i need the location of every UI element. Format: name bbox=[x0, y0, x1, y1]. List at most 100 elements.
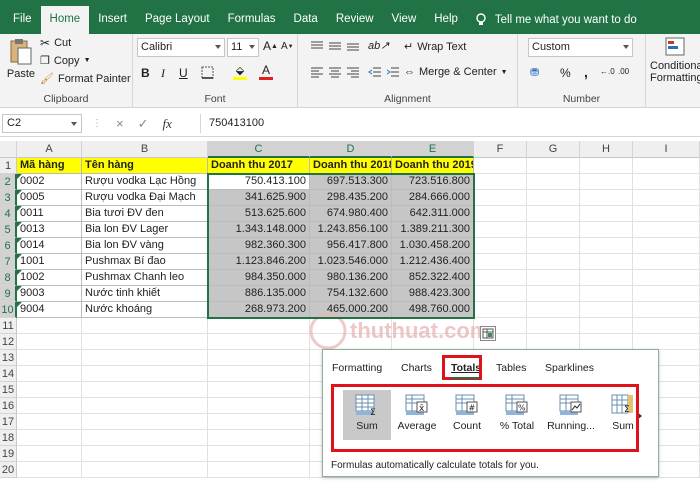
row-header-20[interactable]: 20 bbox=[0, 462, 17, 478]
revenue-cell[interactable]: 750.413.100 bbox=[208, 174, 310, 190]
code-cell[interactable]: 9003 bbox=[17, 286, 82, 302]
empty-cell[interactable] bbox=[633, 174, 700, 190]
row-header-2[interactable]: 2 bbox=[0, 174, 17, 190]
column-header-c[interactable]: C bbox=[208, 141, 310, 158]
empty-cell[interactable] bbox=[527, 190, 580, 206]
empty-cell[interactable] bbox=[208, 398, 310, 414]
header-cell[interactable]: Doanh thu 2018 bbox=[310, 158, 392, 174]
code-cell[interactable]: 1002 bbox=[17, 270, 82, 286]
code-cell[interactable]: 0013 bbox=[17, 222, 82, 238]
increase-indent-button[interactable] bbox=[386, 66, 400, 78]
revenue-cell[interactable]: 1.023.546.000 bbox=[310, 254, 392, 270]
empty-cell[interactable] bbox=[82, 414, 208, 430]
column-header-d[interactable]: D bbox=[310, 141, 392, 158]
empty-cell[interactable] bbox=[17, 446, 82, 462]
comma-button[interactable]: , bbox=[584, 64, 588, 80]
code-cell[interactable]: 0011 bbox=[17, 206, 82, 222]
empty-cell[interactable] bbox=[82, 430, 208, 446]
empty-cell[interactable] bbox=[208, 350, 310, 366]
revenue-cell[interactable]: 284.666.000 bbox=[392, 190, 474, 206]
empty-cell[interactable] bbox=[82, 366, 208, 382]
qa-tab-charts[interactable]: Charts bbox=[401, 362, 432, 374]
empty-cell[interactable] bbox=[527, 238, 580, 254]
code-cell[interactable]: 0014 bbox=[17, 238, 82, 254]
header-cell[interactable]: Doanh thu 2017 bbox=[208, 158, 310, 174]
row-header-9[interactable]: 9 bbox=[0, 286, 17, 302]
name-cell[interactable]: Pushmax Bí đao bbox=[82, 254, 208, 270]
column-header-f[interactable]: F bbox=[474, 141, 527, 158]
name-cell[interactable]: Nước tinh khiết bbox=[82, 286, 208, 302]
align-left-button[interactable] bbox=[310, 66, 324, 78]
empty-cell[interactable] bbox=[633, 286, 700, 302]
empty-cell[interactable] bbox=[633, 238, 700, 254]
number-format-dropdown[interactable]: Custom bbox=[528, 38, 633, 57]
header-cell[interactable]: Doanh thu 2019 bbox=[392, 158, 474, 174]
empty-cell[interactable] bbox=[17, 414, 82, 430]
revenue-cell[interactable]: 723.516.800 bbox=[392, 174, 474, 190]
empty-cell[interactable] bbox=[82, 398, 208, 414]
empty-cell[interactable] bbox=[633, 158, 700, 174]
align-middle-button[interactable] bbox=[328, 40, 342, 52]
empty-cell[interactable] bbox=[82, 334, 208, 350]
header-cell[interactable]: Mã hàng bbox=[17, 158, 82, 174]
empty-cell[interactable] bbox=[633, 222, 700, 238]
empty-cell[interactable] bbox=[633, 254, 700, 270]
grow-font-button[interactable]: A ▲ bbox=[263, 39, 278, 53]
empty-cell[interactable] bbox=[580, 318, 633, 334]
empty-cell[interactable] bbox=[17, 430, 82, 446]
empty-cell[interactable] bbox=[82, 350, 208, 366]
accounting-format-button[interactable]: ⛃ bbox=[530, 66, 539, 79]
empty-cell[interactable] bbox=[208, 414, 310, 430]
revenue-cell[interactable]: 886.135.000 bbox=[208, 286, 310, 302]
align-right-button[interactable] bbox=[346, 66, 360, 78]
empty-cell[interactable] bbox=[474, 254, 527, 270]
cut-button[interactable]: ✂ Cut bbox=[40, 36, 71, 50]
row-header-8[interactable]: 8 bbox=[0, 270, 17, 286]
revenue-cell[interactable]: 513.625.600 bbox=[208, 206, 310, 222]
empty-cell[interactable] bbox=[527, 302, 580, 318]
tab-formulas[interactable]: Formulas bbox=[219, 6, 285, 34]
row-header-7[interactable]: 7 bbox=[0, 254, 17, 270]
revenue-cell[interactable]: 988.423.300 bbox=[392, 286, 474, 302]
revenue-cell[interactable]: 341.625.900 bbox=[208, 190, 310, 206]
empty-cell[interactable] bbox=[474, 158, 527, 174]
revenue-cell[interactable]: 982.360.300 bbox=[208, 238, 310, 254]
empty-cell[interactable] bbox=[527, 222, 580, 238]
revenue-cell[interactable]: 1.343.148.000 bbox=[208, 222, 310, 238]
select-all-corner[interactable] bbox=[0, 141, 17, 158]
revenue-cell[interactable]: 697.513.300 bbox=[310, 174, 392, 190]
tab-help[interactable]: Help bbox=[425, 6, 467, 34]
empty-cell[interactable] bbox=[474, 174, 527, 190]
empty-cell[interactable] bbox=[633, 334, 700, 350]
empty-cell[interactable] bbox=[633, 318, 700, 334]
copy-button[interactable]: ❐ Copy ▼ bbox=[40, 54, 91, 68]
empty-cell[interactable] bbox=[208, 382, 310, 398]
tab-view[interactable]: View bbox=[383, 6, 426, 34]
column-header-e[interactable]: E bbox=[392, 141, 474, 158]
fill-color-button[interactable]: ⬙ bbox=[233, 64, 247, 80]
tab-file[interactable]: File bbox=[4, 6, 41, 34]
row-header-19[interactable]: 19 bbox=[0, 446, 17, 462]
empty-cell[interactable] bbox=[208, 318, 310, 334]
row-header-18[interactable]: 18 bbox=[0, 430, 17, 446]
empty-cell[interactable] bbox=[580, 206, 633, 222]
enter-button[interactable]: ✓ bbox=[138, 116, 149, 132]
qa-tab-sparklines[interactable]: Sparklines bbox=[545, 362, 594, 374]
row-header-15[interactable]: 15 bbox=[0, 382, 17, 398]
empty-cell[interactable] bbox=[580, 190, 633, 206]
bold-button[interactable]: B bbox=[141, 66, 150, 80]
empty-cell[interactable] bbox=[474, 206, 527, 222]
header-cell[interactable]: Tên hàng bbox=[82, 158, 208, 174]
empty-cell[interactable] bbox=[527, 270, 580, 286]
code-cell[interactable]: 0005 bbox=[17, 190, 82, 206]
empty-cell[interactable] bbox=[208, 446, 310, 462]
percent-button[interactable]: % bbox=[560, 66, 571, 80]
empty-cell[interactable] bbox=[82, 318, 208, 334]
empty-cell[interactable] bbox=[82, 446, 208, 462]
column-header-i[interactable]: I bbox=[633, 141, 700, 158]
empty-cell[interactable] bbox=[208, 430, 310, 446]
shrink-font-button[interactable]: A ▼ bbox=[281, 41, 294, 52]
empty-cell[interactable] bbox=[82, 462, 208, 478]
tab-page-layout[interactable]: Page Layout bbox=[136, 6, 219, 34]
empty-cell[interactable] bbox=[527, 158, 580, 174]
